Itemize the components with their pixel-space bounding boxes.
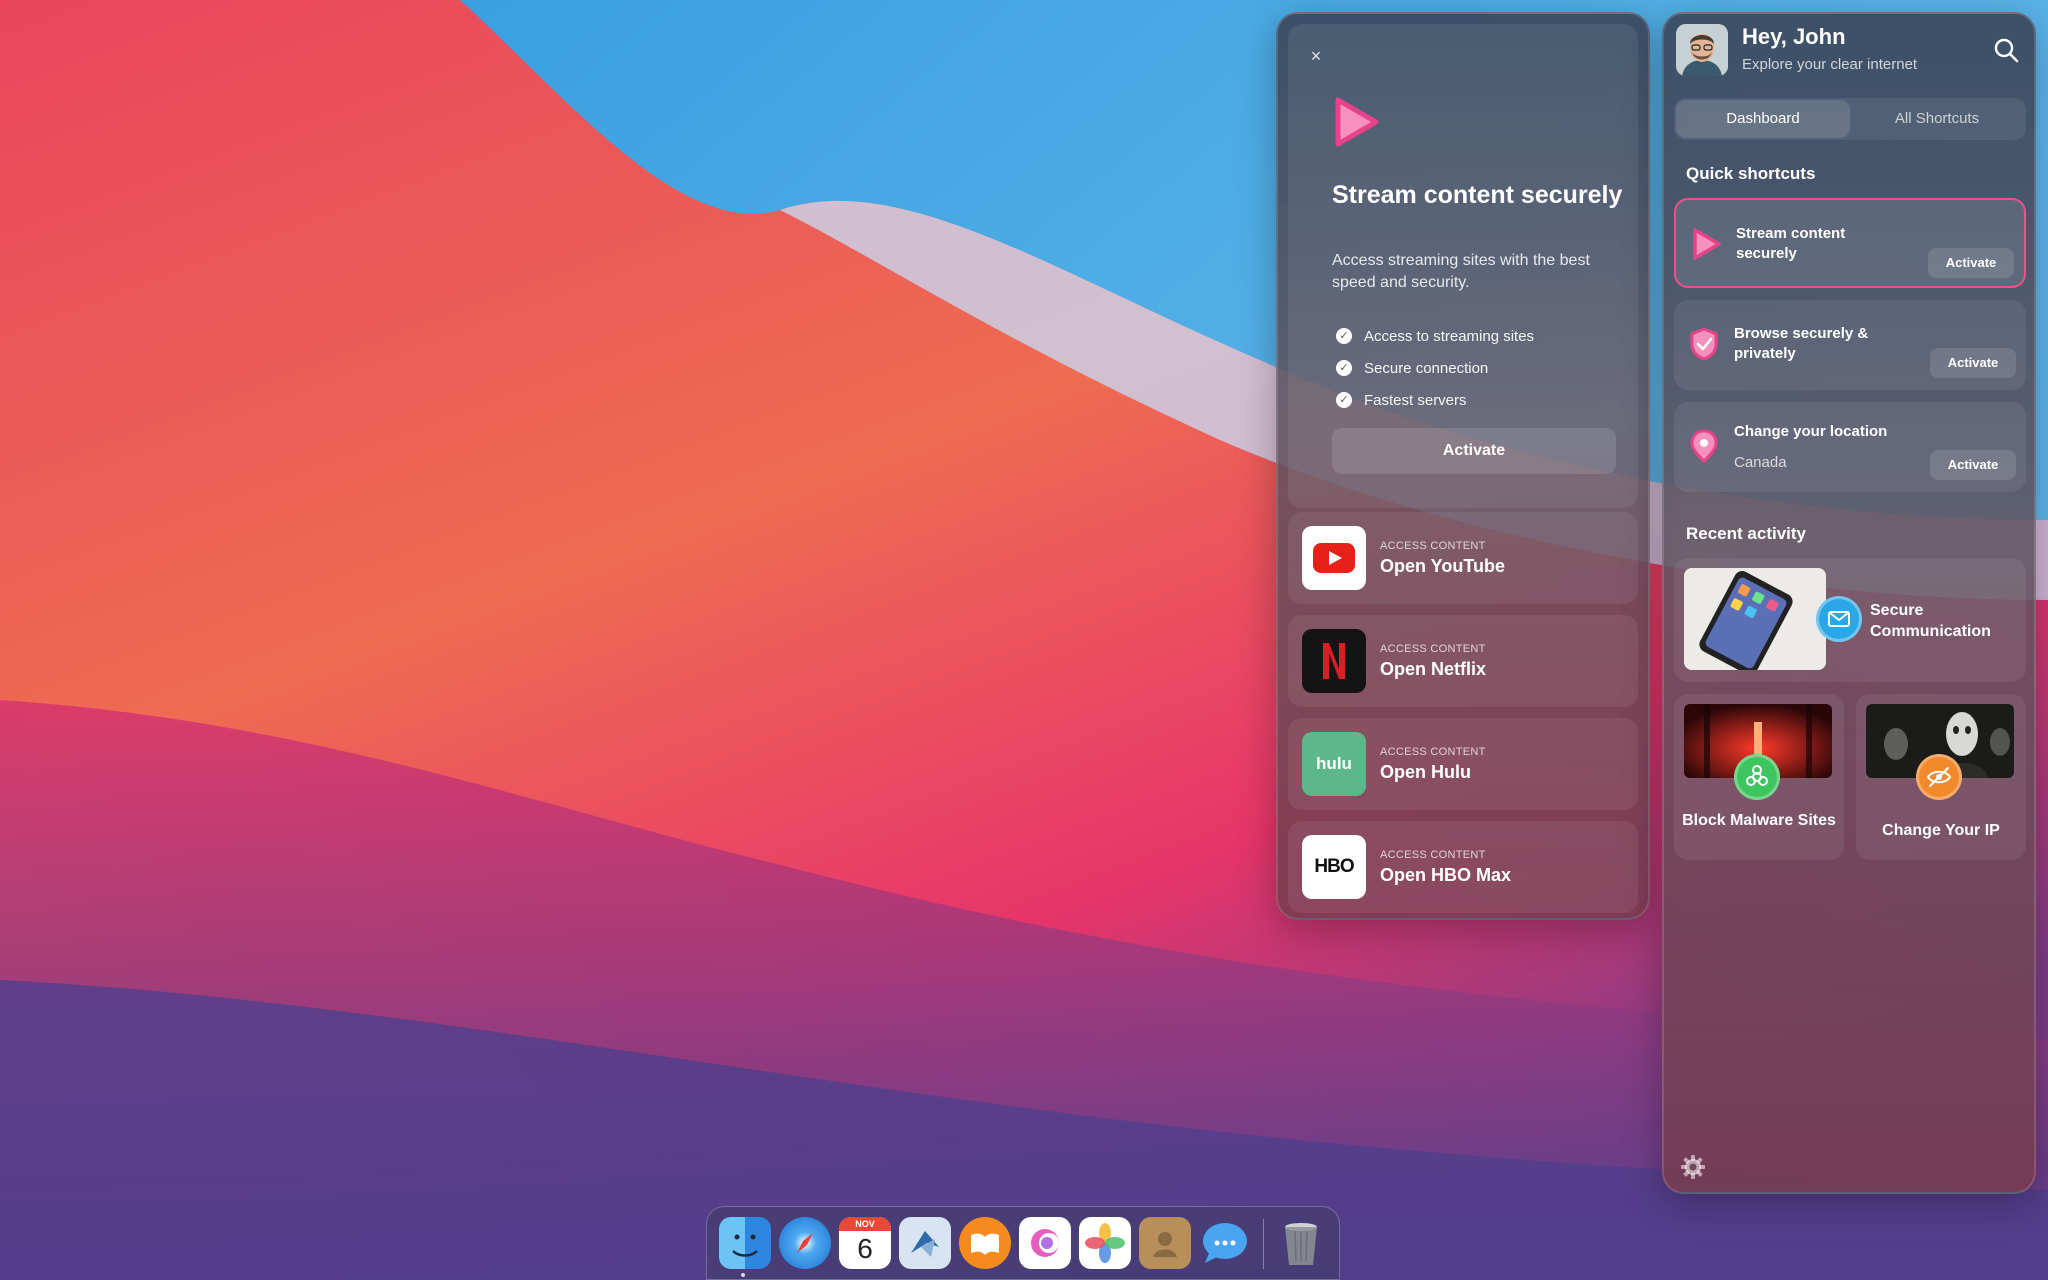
hbo-icon: HBO	[1302, 835, 1366, 899]
vpn-main-panel: Hey, John Explore your clear internet Da…	[1662, 12, 2036, 1194]
check-icon: ✓	[1336, 392, 1352, 408]
location-pin-icon	[1690, 429, 1718, 463]
shortcut-label: Stream content securely	[1736, 225, 1846, 262]
finder-icon[interactable]	[719, 1217, 771, 1269]
shortcut-change-location[interactable]: Change your location Canada Activate	[1674, 402, 2026, 492]
feature-item: ✓ Fastest servers	[1336, 384, 1534, 416]
activate-button[interactable]: Activate	[1928, 248, 2014, 278]
quick-shortcuts-heading: Quick shortcuts	[1686, 164, 1816, 183]
activate-button[interactable]: Activate	[1930, 450, 2016, 480]
shortcut-label: Change your location	[1734, 423, 1888, 440]
play-icon	[1335, 97, 1379, 147]
service-name: Open Hulu	[1380, 762, 1471, 782]
tab-bar: Dashboard All Shortcuts	[1674, 98, 2026, 140]
service-kicker: ACCESS CONTENT	[1380, 540, 1486, 552]
dock-separator	[1263, 1219, 1264, 1269]
tab-all-shortcuts[interactable]: All Shortcuts	[1850, 100, 2024, 138]
dock: NOV 6	[706, 1206, 1340, 1280]
shortcut-location-value: Canada	[1734, 454, 1787, 471]
tab-dashboard[interactable]: Dashboard	[1676, 100, 1850, 138]
shortcut-detail-card: × Stream content securely Access streami…	[1288, 24, 1638, 508]
activate-button[interactable]: Activate	[1930, 348, 2016, 378]
youtube-icon	[1302, 526, 1366, 590]
hulu-icon: hulu	[1302, 732, 1366, 796]
detail-description: Access streaming sites with the best spe…	[1332, 252, 1590, 291]
recent-activity-heading: Recent activity	[1686, 524, 1806, 543]
gear-icon[interactable]	[1680, 1154, 1706, 1180]
recent-activity-item[interactable]: Secure Communication	[1674, 558, 2026, 682]
safari-icon[interactable]	[779, 1217, 831, 1269]
service-name: Open YouTube	[1380, 556, 1505, 576]
check-icon: ✓	[1336, 328, 1352, 344]
feature-list: ✓ Access to streaming sites ✓ Secure conne…	[1336, 320, 1534, 416]
calendar-icon[interactable]: NOV 6	[839, 1217, 891, 1269]
service-kicker: ACCESS CONTENT	[1380, 746, 1486, 758]
service-item-hbo[interactable]: HBO ACCESS CONTENT Open HBO Max	[1288, 821, 1638, 913]
shortcut-browse-securely[interactable]: Browse securely & privately Activate	[1674, 300, 2026, 390]
mail-app-icon[interactable]	[899, 1217, 951, 1269]
books-icon[interactable]	[959, 1217, 1011, 1269]
service-kicker: ACCESS CONTENT	[1380, 643, 1486, 655]
service-item-netflix[interactable]: ACCESS CONTENT Open Netflix	[1288, 615, 1638, 707]
service-name: Open Netflix	[1380, 659, 1487, 679]
greeting-subtitle: Explore your clear internet	[1742, 56, 1918, 73]
greeting-title: Hey, John	[1742, 24, 1846, 49]
shortcut-stream-content[interactable]: Stream content securely Activate	[1674, 198, 2026, 288]
eye-off-icon	[1916, 754, 1962, 800]
close-button[interactable]: ×	[1304, 44, 1328, 68]
photos-icon[interactable]	[1079, 1217, 1131, 1269]
feature-item: ✓ Access to streaming sites	[1336, 320, 1534, 352]
shortcut-detail-panel: × Stream content securely Access streami…	[1276, 12, 1650, 920]
recent-activity-label: Secure Communication	[1870, 602, 1991, 640]
service-item-hulu[interactable]: hulu ACCESS CONTENT Open Hulu	[1288, 718, 1638, 810]
service-item-youtube[interactable]: ACCESS CONTENT Open YouTube	[1288, 512, 1638, 604]
tile-label: Change Your IP	[1882, 822, 2000, 839]
play-icon	[1693, 228, 1721, 260]
tile-block-malware[interactable]: Block Malware Sites	[1674, 694, 1844, 860]
app-icon[interactable]	[1019, 1217, 1071, 1269]
search-icon[interactable]	[1992, 36, 2020, 64]
running-indicator	[741, 1273, 745, 1277]
tile-label: Block Malware Sites	[1682, 812, 1836, 829]
netflix-icon	[1302, 629, 1366, 693]
trash-icon[interactable]	[1275, 1217, 1327, 1269]
messages-icon[interactable]	[1199, 1217, 1251, 1269]
recent-thumbnail	[1684, 568, 1826, 670]
activate-button[interactable]: Activate	[1332, 428, 1616, 474]
contacts-icon[interactable]	[1139, 1217, 1191, 1269]
feature-item: ✓ Secure connection	[1336, 352, 1534, 384]
shortcut-label: Browse securely & privately	[1734, 325, 1869, 362]
detail-title: Stream content securely	[1332, 181, 1623, 209]
tile-change-ip[interactable]: Change Your IP	[1856, 694, 2026, 860]
shield-icon	[1690, 327, 1718, 361]
biohazard-icon	[1734, 754, 1780, 800]
mail-icon	[1816, 596, 1862, 642]
avatar[interactable]	[1676, 24, 1728, 76]
service-kicker: ACCESS CONTENT	[1380, 849, 1486, 861]
service-name: Open HBO Max	[1380, 865, 1512, 885]
check-icon: ✓	[1336, 360, 1352, 376]
